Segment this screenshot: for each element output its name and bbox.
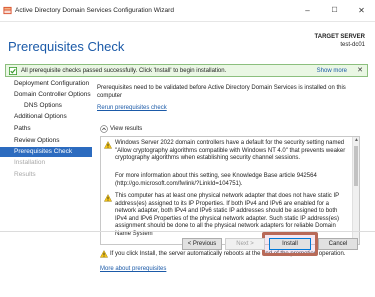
nav-item-dns-options[interactable]: DNS Options: [0, 101, 92, 111]
target-server-label: TARGET SERVER: [314, 34, 365, 40]
nav-item-additional-options[interactable]: Additional Options: [0, 112, 92, 122]
scroll-thumb[interactable]: [354, 146, 358, 186]
target-server-name: test-dc01: [340, 42, 365, 48]
maximize-button[interactable]: ☐: [321, 0, 348, 20]
more-about-prerequisites-link[interactable]: More about prerequisites: [100, 266, 166, 272]
warning-icon: [104, 194, 112, 202]
banner-close-icon[interactable]: ✕: [357, 66, 363, 74]
close-button[interactable]: ✕: [348, 0, 375, 20]
view-results-toggle[interactable]: View results: [100, 125, 360, 135]
page-title: Prerequisites Check: [8, 39, 125, 54]
result-text: Windows Server 2022 domain controllers h…: [115, 140, 346, 162]
show-more-link[interactable]: Show more: [317, 68, 347, 74]
banner-message: All prerequisite checks passed successfu…: [21, 67, 227, 74]
server-manager-icon: [3, 6, 12, 15]
checkmark-icon: [9, 67, 17, 75]
status-banner: All prerequisite checks passed successfu…: [5, 64, 368, 77]
warning-icon: [100, 250, 108, 258]
wizard-header: Prerequisites Check TARGET SERVER test-d…: [0, 22, 375, 60]
install-button[interactable]: Install: [269, 238, 311, 250]
nav-item-review-options[interactable]: Review Options: [0, 136, 92, 146]
nav-item-results: Results: [14, 171, 36, 178]
warning-icon: [104, 141, 112, 149]
minimize-button[interactable]: –: [294, 0, 321, 20]
window-title: Active Directory Domain Services Configu…: [15, 7, 174, 14]
results-scrollbar[interactable]: ▲ ▼: [352, 137, 359, 244]
nav-item-prerequisites-check[interactable]: Prerequisites Check: [0, 147, 92, 157]
footer-divider: [0, 231, 375, 232]
next-button: Next >: [225, 238, 265, 250]
chevron-up-icon[interactable]: [100, 125, 108, 133]
scroll-up-icon[interactable]: ▲: [353, 137, 359, 144]
results-list: Windows Server 2022 domain controllers h…: [101, 137, 353, 244]
nav-item-deployment-configuration[interactable]: Deployment Configuration: [0, 79, 92, 89]
wizard-navigation: Deployment Configuration Domain Controll…: [0, 79, 92, 219]
results-panel: Windows Server 2022 domain controllers h…: [100, 136, 360, 245]
window-titlebar: Active Directory Domain Services Configu…: [0, 0, 375, 22]
result-text: For more information about this setting,…: [115, 173, 317, 187]
nav-item-paths[interactable]: Paths: [0, 124, 92, 134]
install-warning: If you click Install, the server automat…: [100, 250, 368, 260]
previous-button[interactable]: < Previous: [182, 238, 222, 250]
cancel-button[interactable]: Cancel: [318, 238, 358, 250]
view-results-label[interactable]: View results: [110, 126, 142, 132]
intro-text: Prerequisites need to be validated befor…: [97, 85, 346, 99]
rerun-prerequisites-link[interactable]: Rerun prerequisites check: [97, 105, 167, 111]
nav-item-domain-controller-options[interactable]: Domain Controller Options: [0, 90, 92, 100]
nav-item-installation: Installation: [14, 159, 46, 166]
